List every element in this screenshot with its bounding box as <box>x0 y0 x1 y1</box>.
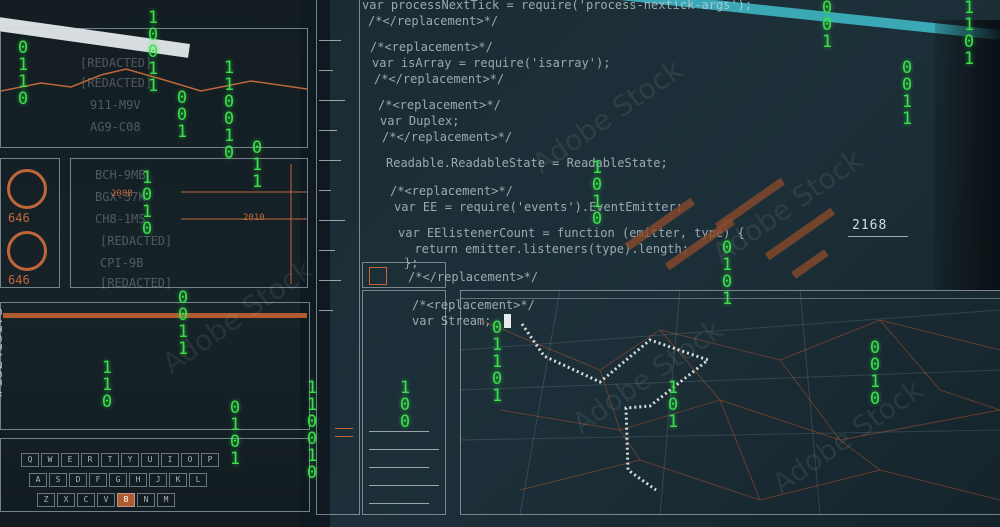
binary-column: 1 1 0 0 1 0 <box>223 58 235 163</box>
code-line: /*</replacement>*/ <box>368 14 499 28</box>
code-line: var EElistenerCount = function (emitter,… <box>398 226 745 240</box>
chart-label: 2008 <box>111 189 133 199</box>
keyboard-panel: Q W E R T Y U I O P A S D F G H J K L Z … <box>0 438 310 512</box>
gauge-value: 646 <box>8 211 30 225</box>
scroll-column <box>316 0 360 515</box>
stock-id: #132415173 <box>0 307 6 399</box>
hud-readout: 2168 <box>852 218 888 233</box>
key-b[interactable]: B <box>117 493 135 507</box>
binary-column: 0 0 1 <box>176 88 188 142</box>
code-line: /*<replacement>*/ <box>370 40 493 54</box>
hud-underline <box>848 236 908 237</box>
key-y[interactable]: Y <box>121 453 139 467</box>
binary-column: 0 0 1 0 <box>869 338 881 409</box>
key-o[interactable]: O <box>181 453 199 467</box>
key-p[interactable]: P <box>201 453 219 467</box>
key-e[interactable]: E <box>61 453 79 467</box>
binary-column: 0 0 1 <box>821 0 833 52</box>
key-q[interactable]: Q <box>21 453 39 467</box>
key-f[interactable]: F <box>89 473 107 487</box>
key-h[interactable]: H <box>129 473 147 487</box>
chart-label: 2010 <box>243 213 265 223</box>
code-line: Readable.ReadableState = ReadableState; <box>386 156 668 170</box>
code-line: return emitter.listeners(type).length; <box>400 242 689 256</box>
gauge-ring <box>7 169 47 209</box>
key-r[interactable]: R <box>81 453 99 467</box>
binary-column: 1 1 0 1 <box>963 0 975 69</box>
code-line: var processNextTick = require('process-n… <box>362 0 753 12</box>
key-x[interactable]: X <box>57 493 75 507</box>
bar-chart <box>181 164 307 284</box>
code-line: /*</replacement>*/ <box>382 130 513 144</box>
key-v[interactable]: V <box>97 493 115 507</box>
binary-column: 1 0 1 0 <box>141 168 153 239</box>
console-panel <box>0 302 310 430</box>
binary-column: 0 1 0 1 <box>721 238 733 309</box>
binary-column: 0 0 1 1 <box>177 288 189 359</box>
key-s[interactable]: S <box>49 473 67 487</box>
binary-column: 0 1 0 1 <box>229 398 241 469</box>
binary-column: 0 0 1 1 <box>901 58 913 129</box>
binary-column: 1 1 0 0 1 0 <box>306 378 318 483</box>
key-g[interactable]: G <box>109 473 127 487</box>
binary-column: 1 0 1 0 <box>591 158 603 229</box>
gauge-panel: 646 646 <box>0 158 60 288</box>
code-line: }; <box>404 256 419 270</box>
key-w[interactable]: W <box>41 453 59 467</box>
code-line: /*</replacement>*/ <box>408 270 539 284</box>
key-d[interactable]: D <box>69 473 87 487</box>
key-m[interactable]: M <box>157 493 175 507</box>
key-t[interactable]: T <box>101 453 119 467</box>
code-line: /*<replacement>*/ <box>390 184 513 198</box>
binary-column: 0 1 1 0 1 <box>491 318 503 406</box>
key-i[interactable]: I <box>161 453 179 467</box>
gauge-value: 646 <box>8 273 30 287</box>
binary-column: 1 0 0 1 1 <box>147 8 159 96</box>
key-l[interactable]: L <box>189 473 207 487</box>
binary-column: 0 1 1 <box>251 138 263 192</box>
key-j[interactable]: J <box>149 473 167 487</box>
key-c[interactable]: C <box>77 493 95 507</box>
gauge-ring <box>7 231 47 271</box>
binary-column: 1 0 1 <box>667 378 679 432</box>
binary-column: 0 1 1 0 <box>17 38 29 109</box>
bar-chart-panel: 2008 2010 <box>70 158 308 288</box>
key-a[interactable]: A <box>29 473 47 487</box>
key-u[interactable]: U <box>141 453 159 467</box>
code-line: var Duplex; <box>380 114 460 128</box>
code-line: /*<replacement>*/ <box>378 98 501 112</box>
key-k[interactable]: K <box>169 473 187 487</box>
binary-column: 1 0 0 <box>399 378 411 432</box>
key-z[interactable]: Z <box>37 493 55 507</box>
code-line: /*</replacement>*/ <box>374 72 505 86</box>
key-n[interactable]: N <box>137 493 155 507</box>
binary-column: 1 1 0 <box>101 358 113 412</box>
code-line: var EE = require('events').EventEmitter; <box>394 200 683 214</box>
code-line: var isArray = require('isarray'); <box>372 56 611 70</box>
